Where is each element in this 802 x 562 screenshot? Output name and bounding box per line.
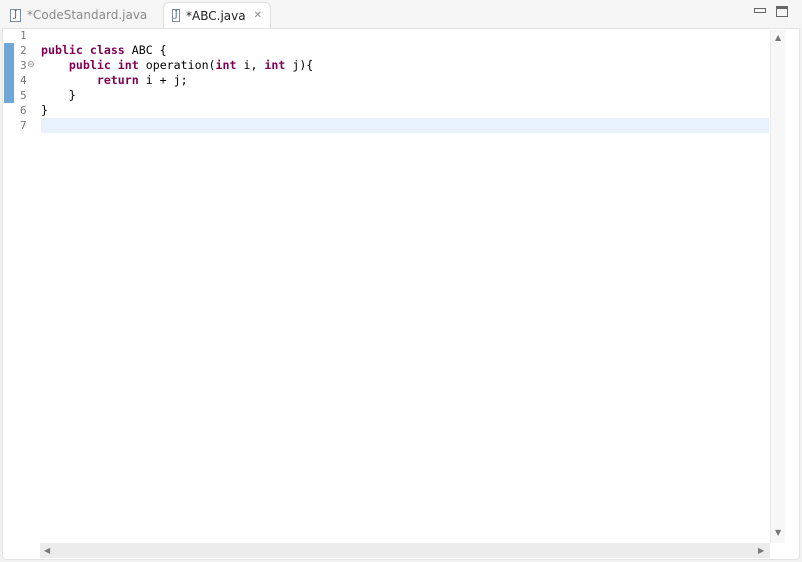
keyword: int: [117, 58, 139, 72]
line-number: 6: [20, 104, 27, 117]
code-line[interactable]: }: [41, 103, 48, 118]
keyword: public: [41, 43, 83, 57]
fold-collapse-icon[interactable]: ⊖: [27, 58, 35, 73]
line-number-gutter: 1 2 3 ⊖ 4 5 6 7: [14, 28, 40, 543]
tab-label: *CodeStandard.java: [27, 8, 148, 22]
change-ruler: [4, 43, 14, 103]
code-line[interactable]: public int operation(int i, int j){: [41, 58, 313, 73]
scroll-left-icon[interactable]: ◀: [44, 546, 50, 555]
code-editor[interactable]: [2, 28, 800, 560]
code-text: }: [41, 88, 76, 102]
java-file-icon: J: [172, 9, 181, 22]
line-number: 5: [20, 89, 27, 102]
code-line[interactable]: }: [41, 88, 76, 103]
horizontal-scrollbar[interactable]: ◀ ▶: [40, 543, 770, 558]
scroll-right-icon[interactable]: ▶: [758, 546, 764, 555]
code-text: }: [41, 103, 48, 117]
keyword: return: [96, 73, 139, 87]
scroll-up-icon[interactable]: ▲: [775, 33, 781, 42]
code-text: j){: [285, 58, 314, 72]
tab-abc[interactable]: J *ABC.java ✕: [163, 2, 271, 28]
keyword: public: [68, 58, 111, 72]
line-number: 2: [20, 44, 27, 57]
keyword: class: [89, 43, 125, 57]
code-text: operation(: [138, 58, 216, 72]
keyword: int: [264, 58, 286, 72]
line-number: 3: [20, 59, 27, 72]
minimize-icon[interactable]: [754, 8, 766, 13]
java-file-icon: J: [10, 8, 21, 22]
tab-label: *ABC.java: [186, 8, 246, 23]
maximize-icon[interactable]: [776, 6, 788, 17]
line-number: 4: [20, 74, 27, 87]
code-text: i,: [236, 58, 265, 72]
line-number: 1: [20, 29, 27, 42]
vertical-scrollbar[interactable]: ▲ ▼: [770, 30, 785, 543]
code-text: ABC {: [124, 43, 167, 57]
scroll-down-icon[interactable]: ▼: [775, 528, 781, 537]
keyword: int: [215, 58, 237, 72]
code-text: i + j;: [138, 73, 188, 87]
code-line[interactable]: return i + j;: [41, 73, 188, 88]
close-icon[interactable]: ✕: [254, 10, 262, 21]
editor-tab-bar: J *CodeStandard.java J *ABC.java ✕: [0, 0, 802, 28]
code-line[interactable]: public class ABC {: [41, 43, 167, 58]
tab-codestandard[interactable]: J *CodeStandard.java: [2, 2, 155, 28]
line-number: 7: [20, 119, 27, 132]
current-line-highlight: [41, 118, 769, 133]
